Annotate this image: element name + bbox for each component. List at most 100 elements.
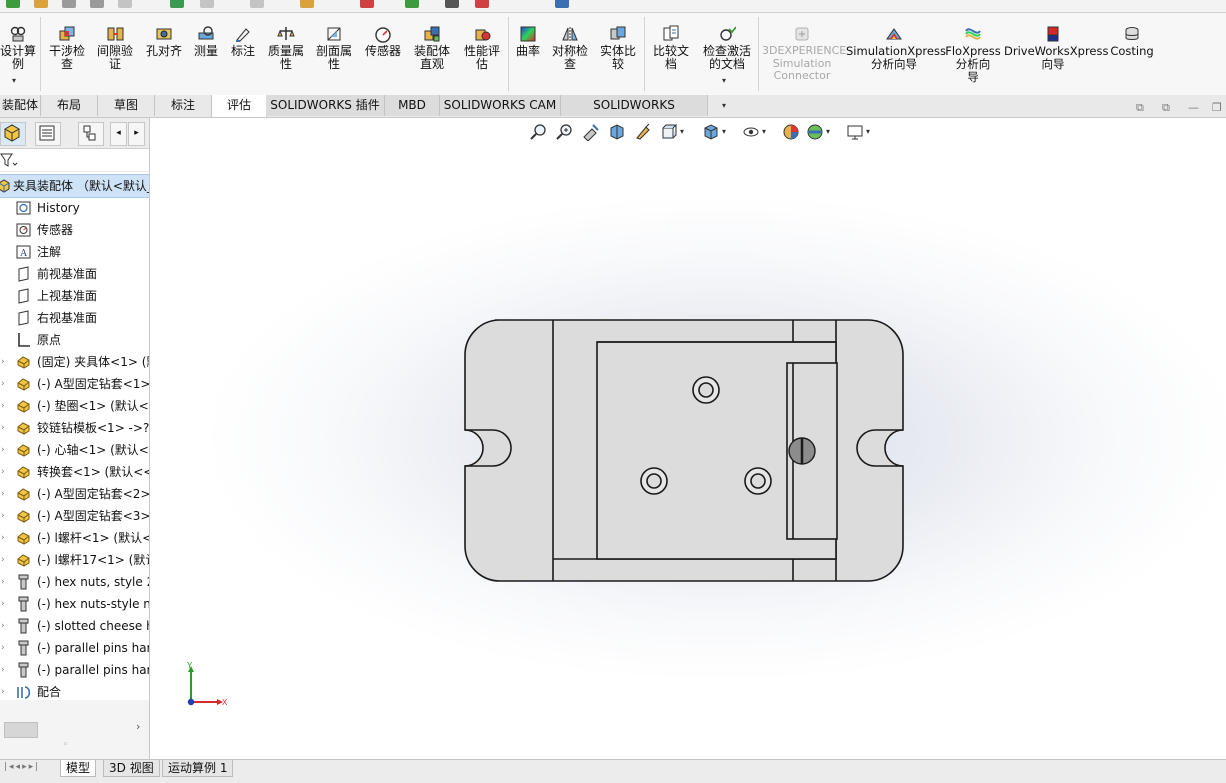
- markup-button[interactable]: 标注: [226, 13, 260, 93]
- tree-expand-icon[interactable]: ›: [1, 659, 5, 681]
- tree-item[interactable]: › (-) slotted cheese h: [0, 615, 149, 637]
- minimize-icon[interactable]: —: [1188, 101, 1199, 114]
- tree-expand-icon[interactable]: ›: [1, 483, 5, 505]
- section-properties-button[interactable]: 剖面属 性: [312, 13, 356, 93]
- panel-scroll-right-icon[interactable]: ▸: [128, 122, 145, 146]
- tree-root-assembly[interactable]: 夹具装配体 （默认<默认_: [0, 174, 149, 198]
- toolbar-icon[interactable]: [34, 0, 48, 8]
- check-document-dropdown-icon[interactable]: ▾: [722, 76, 726, 85]
- tab-markup[interactable]: 标注: [155, 95, 212, 116]
- rebuild-check-icon[interactable]: [6, 0, 20, 8]
- tree-item[interactable]: 上视基准面: [0, 285, 149, 307]
- close-x-icon[interactable]: [405, 0, 419, 8]
- tab-evaluate[interactable]: 评估: [211, 95, 267, 117]
- tree-item[interactable]: › (-) A型固定钻套<2>: [0, 483, 149, 505]
- tree-item[interactable]: › (固定) 夹具体<1> (默: [0, 351, 149, 373]
- graphics-area[interactable]: ▾ ▾ ▾ ▾ ▾ Y X: [150, 118, 1226, 759]
- configuration-manager-tab[interactable]: [78, 122, 104, 146]
- drill-bushing-2[interactable]: [640, 467, 668, 495]
- feature-tree-tab[interactable]: [0, 122, 26, 146]
- tab-solidworks-cam[interactable]: SOLIDWORKS CAM: [440, 95, 561, 116]
- tree-expand-icon[interactable]: ›: [1, 637, 5, 659]
- tree-item[interactable]: 传感器: [0, 219, 149, 241]
- tree-expand-icon[interactable]: ›: [1, 527, 5, 549]
- compare-geometry-button[interactable]: 实体比 较: [596, 13, 640, 93]
- assembly-model-view[interactable]: [150, 118, 1226, 759]
- toolbar-icon[interactable]: [90, 0, 104, 8]
- driveworksxpress-button[interactable]: DriveWorksXpress 向导: [1004, 13, 1108, 93]
- tab-3d-views[interactable]: 3D 视图: [103, 760, 160, 777]
- toolbar-icon[interactable]: [555, 0, 569, 8]
- tabs-overflow-icon[interactable]: ▾: [722, 101, 726, 110]
- maximize-icon[interactable]: ❐: [1212, 101, 1222, 114]
- check-active-document-button[interactable]: 检查激活 的文档: [698, 13, 756, 93]
- tile-icon[interactable]: ⧉: [1162, 101, 1170, 115]
- toolbar-icon[interactable]: [445, 0, 459, 8]
- symmetry-check-button[interactable]: 对称检 查: [548, 13, 592, 93]
- mass-properties-button[interactable]: 质量属 性: [264, 13, 308, 93]
- floxpress-button[interactable]: FloXpress 分析向 导: [944, 13, 1002, 93]
- toolbar-icon[interactable]: [250, 0, 264, 8]
- compare-documents-button[interactable]: 比较文 档: [648, 13, 694, 93]
- assembly-visualization-button[interactable]: 装配体 直观: [410, 13, 454, 93]
- tree-expand-icon[interactable]: ›: [1, 571, 5, 593]
- sensor-button[interactable]: 传感器: [360, 13, 406, 93]
- drill-bushing-3[interactable]: [744, 467, 772, 495]
- tab-nav-arrows-icon[interactable]: |◂◂▸▸|: [4, 762, 40, 772]
- tree-item[interactable]: › (-) l螺杆17<1> (默认: [0, 549, 149, 571]
- tree-item[interactable]: 原点: [0, 329, 149, 351]
- tree-item[interactable]: › (-) A型固定钻套<1>: [0, 373, 149, 395]
- curvature-button[interactable]: 曲率: [512, 13, 544, 93]
- property-manager-tab[interactable]: [35, 122, 61, 146]
- scroll-right-arrow-icon[interactable]: ›: [136, 720, 140, 733]
- measure-button[interactable]: 测量: [190, 13, 222, 93]
- tab-assembly[interactable]: 装配体: [0, 95, 41, 116]
- tree-item[interactable]: › (-) parallel pins har: [0, 659, 149, 681]
- restore-tile-icon[interactable]: ⧉: [1136, 101, 1144, 115]
- tree-item[interactable]: 前视基准面: [0, 263, 149, 285]
- tab-solidworks-addins[interactable]: SOLIDWORKS 插件: [266, 95, 385, 116]
- tab-motion-study-1[interactable]: 运动算例 1: [162, 760, 234, 777]
- simulationxpress-button[interactable]: SimulationXpress 分析向导: [846, 13, 946, 93]
- tree-expand-icon[interactable]: ›: [1, 439, 5, 461]
- tab-model[interactable]: 模型: [60, 760, 97, 777]
- tree-item[interactable]: › (-) hex nuts-style nc: [0, 593, 149, 615]
- tree-expand-icon[interactable]: ›: [1, 351, 5, 373]
- toolbar-icon[interactable]: [62, 0, 76, 8]
- costing-button[interactable]: Costing: [1106, 13, 1158, 93]
- tab-mbd[interactable]: MBD: [385, 95, 440, 116]
- toolbar-icon[interactable]: [360, 0, 374, 8]
- tree-item[interactable]: History: [0, 197, 149, 219]
- tree-item[interactable]: › (-) 垫圈<1> (默认<: [0, 395, 149, 417]
- tree-expand-icon[interactable]: ›: [1, 395, 5, 417]
- tree-item[interactable]: › (-) 心轴<1> (默认<: [0, 439, 149, 461]
- toolbar-icon[interactable]: [475, 0, 489, 8]
- interference-check-button[interactable]: 干涉检 查: [46, 13, 88, 93]
- hole-alignment-button[interactable]: 孔对齐: [142, 13, 186, 93]
- tree-item[interactable]: › (-) A型固定钻套<3>: [0, 505, 149, 527]
- tree-expand-icon[interactable]: ›: [1, 615, 5, 637]
- tab-sketch[interactable]: 草图: [98, 95, 155, 116]
- panel-scroll-left-icon[interactable]: ◂: [110, 122, 127, 146]
- tree-expand-icon[interactable]: ›: [1, 505, 5, 527]
- design-study-button[interactable]: 设计算 例: [0, 13, 36, 93]
- tree-expand-icon[interactable]: ›: [1, 417, 5, 439]
- tree-item[interactable]: 右视基准面: [0, 307, 149, 329]
- toolbar-icon[interactable]: [118, 0, 132, 8]
- horizontal-scrollbar-thumb[interactable]: [4, 722, 38, 738]
- tree-item[interactable]: › (-) hex nuts, style 2: [0, 571, 149, 593]
- tree-item[interactable]: A 注解: [0, 241, 149, 263]
- tree-item[interactable]: › 转换套<1> (默认<<: [0, 461, 149, 483]
- 3dexperience-simulation-button[interactable]: 3DEXPERIENCE Simulation Connector: [762, 13, 846, 93]
- tree-expand-icon[interactable]: ›: [1, 373, 5, 395]
- tree-expand-icon[interactable]: ›: [1, 549, 5, 571]
- tree-item[interactable]: › (-) l螺杆<1> (默认<: [0, 527, 149, 549]
- drill-bushing-1[interactable]: [692, 376, 720, 404]
- slotted-cheese-head-screw[interactable]: [788, 437, 816, 465]
- tree-item[interactable]: › (-) parallel pins har: [0, 637, 149, 659]
- tree-expand-icon[interactable]: ›: [1, 593, 5, 615]
- toolbar-icon[interactable]: [300, 0, 314, 8]
- toolbar-icon[interactable]: [200, 0, 214, 8]
- panel-resize-handle-icon[interactable]: ◦: [63, 740, 68, 750]
- performance-evaluation-button[interactable]: 性能评 估: [458, 13, 506, 93]
